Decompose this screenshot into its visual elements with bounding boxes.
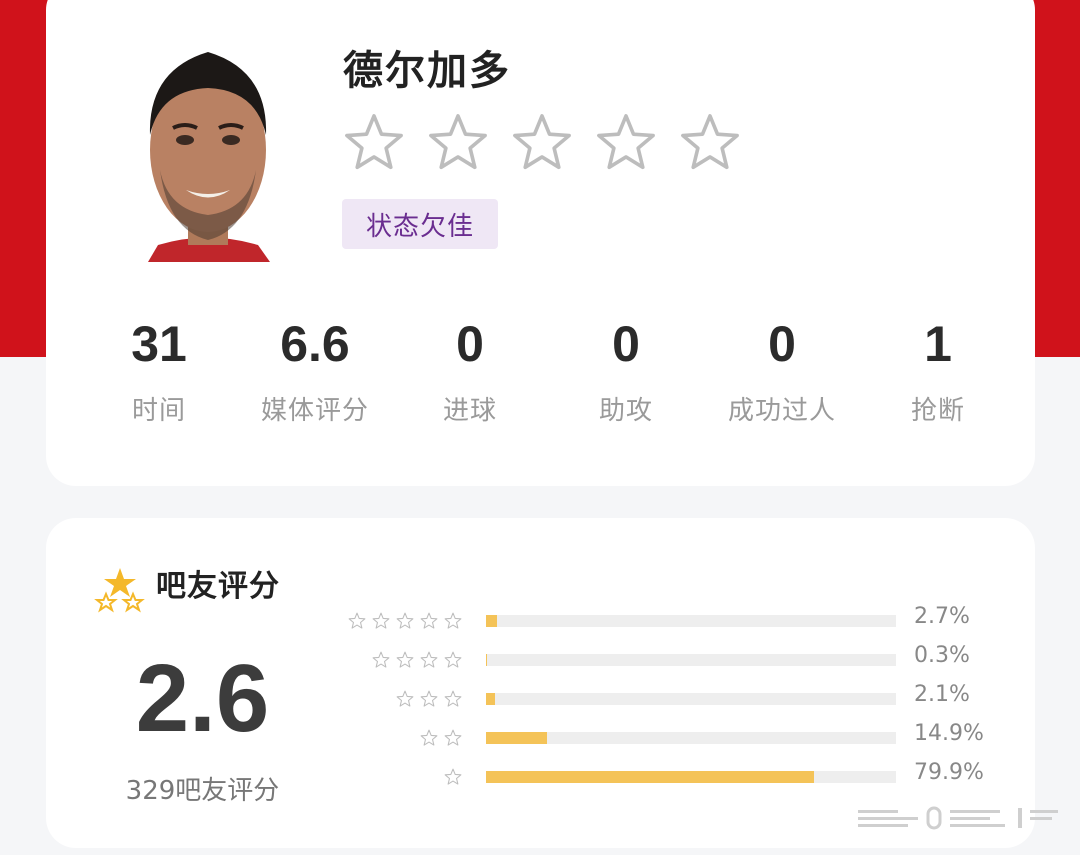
row-stars [372,645,462,675]
star-outline-icon [681,114,739,170]
bar-fill [486,654,488,666]
rating-distribution-row-5: 2.7% [340,604,1000,636]
row-stars [420,723,462,753]
stat-label: 媒体评分 [260,396,369,426]
star-outline-icon [372,612,390,629]
star-outline-icon [348,612,366,629]
star-outline-icon [396,651,414,668]
row-stars [396,684,462,714]
stat-tackles: 1 抢断 [863,312,1013,427]
stat-label: 抢断 [910,396,965,426]
bar-percent: 2.1% [914,682,970,707]
bar-track [486,732,896,744]
star-outline-icon [396,612,414,629]
star-outline-icon [420,729,438,746]
star-outline-icon [420,612,438,629]
status-badge: 状态欠佳 [342,199,498,249]
star-outline-icon [420,651,438,668]
bar-percent: 2.7% [914,604,970,629]
bar-fill [486,693,495,705]
stat-goals: 0 进球 [395,312,545,427]
star-outline-icon [444,729,462,746]
rating-distribution-row-1: 79.9% [340,760,1000,792]
stat-time: 31 时间 [84,312,234,427]
star-outline-icon [429,114,487,170]
star-outline-icon [444,612,462,629]
player-avatar [138,40,278,262]
row-stars [348,606,462,636]
bar-track [486,654,896,666]
player-name: 德尔加多 [343,48,511,94]
bar-percent: 14.9% [914,721,984,746]
star-outline-icon [444,690,462,707]
bar-fill [486,771,814,783]
fan-rating-title: 吧友评分 [156,569,280,604]
stat-assists: 0 助攻 [551,312,701,427]
stat-value: 0 [612,316,640,372]
bar-fill [486,615,498,627]
star-outline-icon [420,690,438,707]
stat-value: 0 [768,316,796,372]
fan-rating-score: 2.6 [135,645,270,752]
star-outline-icon [444,651,462,668]
bar-track [486,693,896,705]
rating-distribution-row-3: 2.1% [340,682,1000,714]
stat-media-rating: 6.6 媒体评分 [240,312,390,427]
bar-fill [486,732,548,744]
stat-label: 助攻 [598,396,653,426]
star-outline-icon [513,114,571,170]
stat-label: 进球 [442,396,497,426]
star-outline-icon [345,114,403,170]
rating-distribution-row-4: 0.3% [340,643,1000,675]
stat-value: 6.6 [280,316,350,372]
bar-track [486,615,896,627]
watermark [858,804,1058,832]
rating-distribution-row-2: 14.9% [340,721,1000,753]
player-star-rating [343,112,741,174]
stat-value: 31 [131,316,187,372]
stat-dribbles: 0 成功过人 [707,312,857,427]
row-stars [444,762,462,792]
stat-label: 时间 [131,396,186,426]
fan-rating-count: 329吧友评分 [125,776,280,806]
bar-percent: 79.9% [914,760,984,785]
stars-icon [94,566,146,618]
bar-track [486,771,896,783]
bar-percent: 0.3% [914,643,970,668]
star-outline-icon [444,768,462,785]
stat-value: 0 [456,316,484,372]
stat-value: 1 [924,316,952,372]
star-outline-icon [372,651,390,668]
star-outline-icon [597,114,655,170]
stat-label: 成功过人 [727,396,836,426]
star-outline-icon [396,690,414,707]
